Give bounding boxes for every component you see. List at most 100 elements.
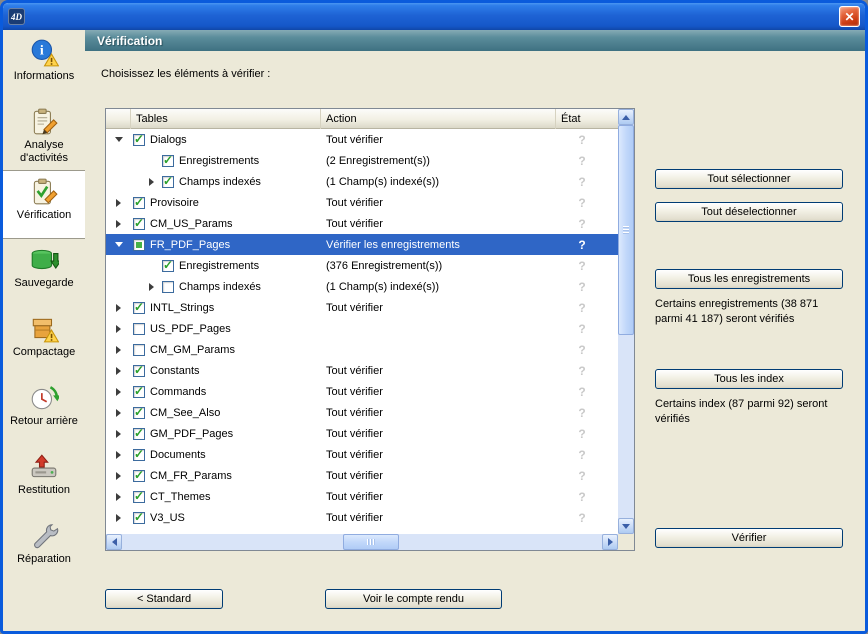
expander-icon[interactable] <box>116 409 121 417</box>
row-checkbox[interactable] <box>133 512 145 524</box>
table-row[interactable]: GM_PDF_PagesTout vérifier? <box>106 423 618 444</box>
select-all-button[interactable]: Tout sélectionner <box>655 169 843 189</box>
expander-icon[interactable] <box>149 178 154 186</box>
row-checkbox[interactable] <box>162 281 174 293</box>
standard-button[interactable]: < Standard <box>105 589 223 609</box>
report-button[interactable]: Voir le compte rendu <box>325 589 502 609</box>
expander-cell <box>106 514 131 522</box>
verify-button[interactable]: Vérifier <box>655 528 843 548</box>
row-checkbox[interactable] <box>133 365 145 377</box>
left-arrow-icon <box>112 538 117 546</box>
tables-cell: INTL_Strings <box>131 302 321 314</box>
row-checkbox[interactable] <box>133 491 145 503</box>
table-row[interactable]: CM_GM_Params? <box>106 339 618 360</box>
scroll-down-button[interactable] <box>618 518 634 534</box>
table-row[interactable]: ProvisoireTout vérifier? <box>106 192 618 213</box>
table-row[interactable]: CT_ThemesTout vérifier? <box>106 486 618 507</box>
expander-icon[interactable] <box>116 451 121 459</box>
expander-icon[interactable] <box>116 388 121 396</box>
row-checkbox[interactable] <box>162 176 174 188</box>
sidebar-item-verification[interactable]: Vérification <box>3 170 85 239</box>
sidebar-item-compactage[interactable]: Compactage <box>3 308 85 377</box>
table-row[interactable]: Champs indexés(1 Champ(s) indexé(s))? <box>106 171 618 192</box>
vertical-scroll-thumb[interactable] <box>618 125 634 335</box>
child-expander-cell <box>149 178 162 186</box>
scroll-up-button[interactable] <box>618 109 634 125</box>
row-checkbox[interactable] <box>133 428 145 440</box>
row-checkbox[interactable] <box>133 449 145 461</box>
expander-icon[interactable] <box>116 493 121 501</box>
expander-icon[interactable] <box>116 304 121 312</box>
expander-icon[interactable] <box>116 325 121 333</box>
row-checkbox[interactable] <box>133 407 145 419</box>
tables-cell: CT_Themes <box>131 491 321 503</box>
horizontal-scroll-track[interactable] <box>122 534 602 550</box>
scroll-right-button[interactable] <box>602 534 618 550</box>
table-row[interactable]: V3_USTout vérifier? <box>106 507 618 528</box>
table-row[interactable]: DocumentsTout vérifier? <box>106 444 618 465</box>
expander-icon[interactable] <box>116 367 121 375</box>
all-indexes-button[interactable]: Tous les index <box>655 369 843 389</box>
row-action-label: Tout vérifier <box>321 512 556 524</box>
row-status: ? <box>556 469 608 483</box>
horizontal-scrollbar[interactable] <box>106 534 618 550</box>
panel-title: Vérification <box>97 34 162 48</box>
row-checkbox[interactable] <box>133 197 145 209</box>
svg-text:i: i <box>40 44 44 59</box>
column-header-etat[interactable]: État <box>556 109 618 129</box>
row-checkbox[interactable] <box>133 302 145 314</box>
table-row[interactable]: CommandsTout vérifier? <box>106 381 618 402</box>
row-checkbox[interactable] <box>133 218 145 230</box>
row-checkbox[interactable] <box>162 155 174 167</box>
table-row[interactable]: CM_US_ParamsTout vérifier? <box>106 213 618 234</box>
titlebar[interactable]: 4D ✕ <box>3 3 865 30</box>
expander-icon[interactable] <box>116 472 121 480</box>
table-name-label: Enregistrements <box>179 260 259 272</box>
table-row[interactable]: CM_FR_ParamsTout vérifier? <box>106 465 618 486</box>
sidebar-item-label: Retour arrière <box>7 415 81 428</box>
deselect-all-button[interactable]: Tout déselectionner <box>655 202 843 222</box>
expander-icon[interactable] <box>116 514 121 522</box>
sidebar-item-sauvegarde[interactable]: Sauvegarde <box>3 239 85 308</box>
sidebar-item-label: Restitution <box>15 484 73 497</box>
column-header-tables[interactable]: Tables <box>131 109 321 129</box>
expander-icon[interactable] <box>116 346 121 354</box>
table-row[interactable]: DialogsTout vérifier? <box>106 129 618 150</box>
table-row[interactable]: ConstantsTout vérifier? <box>106 360 618 381</box>
vertical-scroll-track[interactable] <box>618 125 634 518</box>
sidebar-item-reparation[interactable]: Réparation <box>3 515 85 584</box>
row-checkbox[interactable] <box>133 470 145 482</box>
expander-icon[interactable] <box>116 199 121 207</box>
table-row[interactable]: US_PDF_Pages? <box>106 318 618 339</box>
sidebar-item-restitution[interactable]: Restitution <box>3 446 85 515</box>
row-checkbox[interactable] <box>133 134 145 146</box>
expander-icon[interactable] <box>149 283 154 291</box>
horizontal-scroll-thumb[interactable] <box>343 534 399 550</box>
table-row[interactable]: INTL_StringsTout vérifier? <box>106 297 618 318</box>
sidebar-item-retour-arriere[interactable]: Retour arrière <box>3 377 85 446</box>
close-button[interactable]: ✕ <box>839 6 860 27</box>
table-row[interactable]: Enregistrements(376 Enregistrement(s))? <box>106 255 618 276</box>
table-row[interactable]: FR_PDF_PagesVérifier les enregistrements… <box>106 234 618 255</box>
column-header-action[interactable]: Action <box>321 109 556 129</box>
table-row[interactable]: Champs indexés(1 Champ(s) indexé(s))? <box>106 276 618 297</box>
table-row[interactable]: CM_See_AlsoTout vérifier? <box>106 402 618 423</box>
expander-cell <box>106 137 131 142</box>
vertical-scrollbar[interactable] <box>618 109 634 534</box>
expander-icon[interactable] <box>115 242 123 247</box>
row-checkbox[interactable] <box>162 260 174 272</box>
row-checkbox[interactable] <box>133 344 145 356</box>
all-records-button[interactable]: Tous les enregistrements <box>655 269 843 289</box>
expander-icon[interactable] <box>116 430 121 438</box>
scroll-left-button[interactable] <box>106 534 122 550</box>
table-row[interactable]: Enregistrements(2 Enregistrement(s))? <box>106 150 618 171</box>
row-checkbox[interactable] <box>133 323 145 335</box>
expander-icon[interactable] <box>115 137 123 142</box>
sidebar-item-analyse[interactable]: Analyse d'activités <box>3 101 85 170</box>
table-name-label: V3_US <box>150 512 185 524</box>
row-checkbox[interactable] <box>133 386 145 398</box>
row-checkbox[interactable] <box>133 239 145 251</box>
expander-icon[interactable] <box>116 220 121 228</box>
row-status: ? <box>556 343 608 357</box>
sidebar-item-informations[interactable]: i Informations <box>3 32 85 101</box>
